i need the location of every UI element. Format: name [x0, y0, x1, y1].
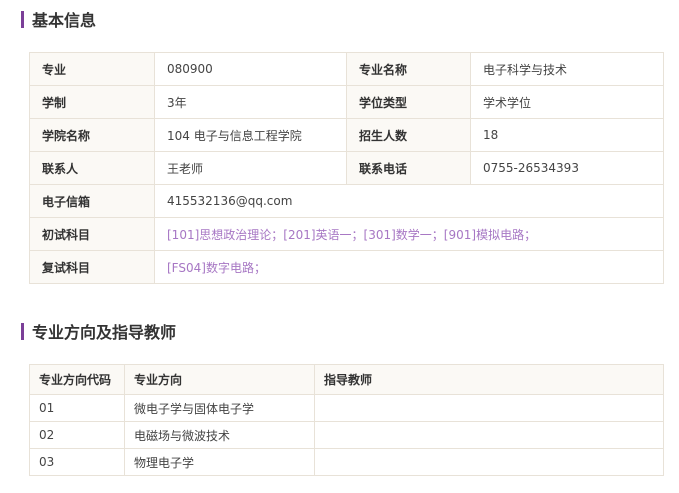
table-header-row: 专业方向代码 专业方向 指导教师	[29, 364, 664, 395]
major-name-label: 专业名称	[346, 52, 471, 86]
table-row: 专业 080900 专业名称 电子科学与技术	[29, 52, 664, 86]
retest-subjects-label: 复试科目	[29, 250, 155, 284]
column-header-advisor: 指导教师	[314, 364, 664, 395]
column-header-direction: 专业方向	[124, 364, 315, 395]
direction-code: 01	[29, 394, 125, 422]
direction-code: 03	[29, 448, 125, 476]
phone-value: 0755-26534393	[470, 151, 664, 185]
table-row: 联系人 王老师 联系电话 0755-26534393	[29, 151, 664, 185]
retest-subjects-link[interactable]: [FS04]数字电路；	[154, 250, 664, 284]
major-name-value: 电子科学与技术	[470, 52, 664, 86]
prelim-subjects-label: 初试科目	[29, 217, 155, 251]
major-code-value: 080900	[154, 52, 347, 86]
directions-title: 专业方向及指导教师	[32, 323, 177, 342]
table-row: 03 物理电子学	[29, 448, 664, 476]
column-header-code: 专业方向代码	[29, 364, 125, 395]
table-row: 复试科目 [FS04]数字电路；	[29, 250, 664, 284]
directions-table: 专业方向代码 专业方向 指导教师 01 微电子学与固体电子学 02 电磁场与微波…	[29, 364, 664, 476]
basic-info-heading: 基本信息	[21, 9, 97, 30]
major-code-label: 专业	[29, 52, 155, 86]
table-row: 初试科目 [101]思想政治理论；[201]英语一；[301]数学一；[901]…	[29, 217, 664, 251]
prelim-subjects-link[interactable]: [101]思想政治理论；[201]英语一；[301]数学一；[901]模拟电路；	[154, 217, 664, 251]
phone-label: 联系电话	[346, 151, 471, 185]
direction-name: 微电子学与固体电子学	[124, 394, 315, 422]
table-row: 学制 3年 学位类型 学术学位	[29, 85, 664, 119]
basic-info-table: 专业 080900 专业名称 电子科学与技术 学制 3年 学位类型 学术学位 学…	[29, 52, 664, 284]
direction-name: 电磁场与微波技术	[124, 421, 315, 449]
email-label: 电子信箱	[29, 184, 155, 218]
heading-accent-bar	[21, 322, 24, 340]
college-value: 104 电子与信息工程学院	[154, 118, 347, 152]
basic-info-title: 基本信息	[32, 11, 97, 30]
contact-value: 王老师	[154, 151, 347, 185]
direction-advisor	[314, 421, 664, 449]
table-row: 01 微电子学与固体电子学	[29, 394, 664, 422]
duration-label: 学制	[29, 85, 155, 119]
direction-advisor	[314, 394, 664, 422]
directions-heading: 专业方向及指导教师	[21, 321, 177, 342]
email-value: 415532136@qq.com	[154, 184, 664, 218]
contact-label: 联系人	[29, 151, 155, 185]
degree-type-value: 学术学位	[470, 85, 664, 119]
table-row: 学院名称 104 电子与信息工程学院 招生人数 18	[29, 118, 664, 152]
direction-name: 物理电子学	[124, 448, 315, 476]
direction-code: 02	[29, 421, 125, 449]
direction-advisor	[314, 448, 664, 476]
table-row: 电子信箱 415532136@qq.com	[29, 184, 664, 218]
college-label: 学院名称	[29, 118, 155, 152]
heading-accent-bar	[21, 10, 24, 28]
duration-value: 3年	[154, 85, 347, 119]
enrollment-label: 招生人数	[346, 118, 471, 152]
enrollment-value: 18	[470, 118, 664, 152]
table-row: 02 电磁场与微波技术	[29, 421, 664, 449]
degree-type-label: 学位类型	[346, 85, 471, 119]
